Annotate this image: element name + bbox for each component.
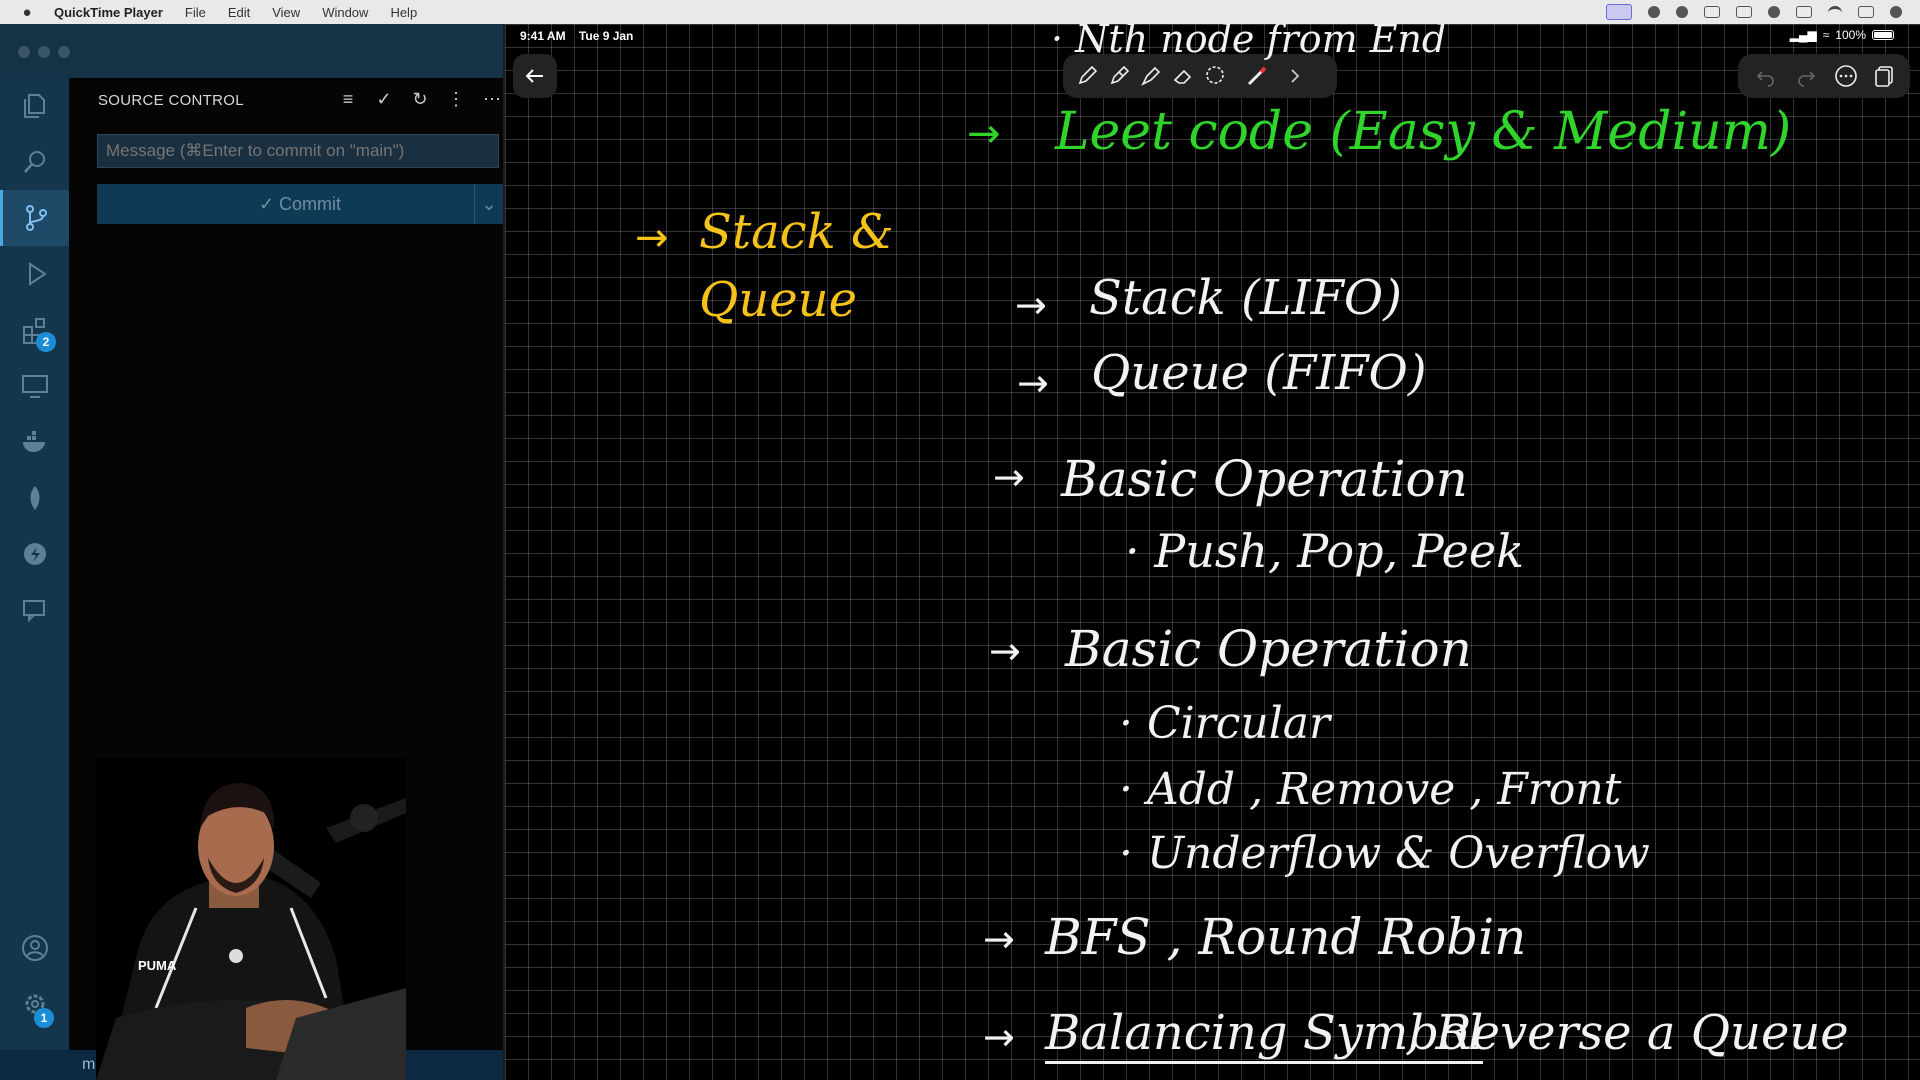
note-arrow-queue: → [1017, 361, 1049, 405]
settings-badge: 1 [34, 1008, 54, 1028]
menu-edit[interactable]: Edit [228, 5, 250, 20]
menu-window[interactable]: Window [322, 5, 368, 20]
chat-icon[interactable] [0, 582, 69, 638]
note-arrow-stack: → [1015, 283, 1047, 327]
mongodb-leaf-icon[interactable] [0, 470, 69, 526]
vscode-titlebar [0, 24, 503, 78]
wifi-icon[interactable] [1828, 5, 1842, 19]
search-icon[interactable] [0, 134, 69, 190]
close-window-button[interactable] [18, 46, 30, 58]
menu-bar-status-icons [1606, 0, 1902, 24]
control-center-icon[interactable] [1858, 6, 1874, 18]
note-bfs-round-robin: BFS , Round Robin [1045, 908, 1527, 966]
refresh-icon[interactable]: ↻ [409, 88, 431, 110]
cellular-signal-icon: ▂▄▆ [1789, 28, 1817, 42]
note-arrow-basic-op-1: → [993, 455, 1025, 499]
macos-menu-bar: ● QuickTime Player File Edit View Window… [0, 0, 1920, 24]
highlighter-tool-icon[interactable] [1137, 62, 1165, 90]
graph-icon[interactable]: ⋮ [445, 88, 467, 110]
note-arrow-leetcode: → [967, 111, 1001, 157]
note-basic-operation-2: Basic Operation [1065, 620, 1472, 678]
pages-icon[interactable] [1870, 62, 1898, 90]
presenter-figure: PUMA [96, 758, 406, 1080]
ipad-date: Tue 9 Jan [578, 29, 634, 43]
source-control-title: SOURCE CONTROL [98, 91, 244, 109]
app-name-menu[interactable]: QuickTime Player [54, 5, 163, 20]
laser-pointer-tool-icon[interactable] [1243, 62, 1271, 90]
activity-bar: 2 1 [0, 78, 69, 1080]
menu-help[interactable]: Help [390, 5, 417, 20]
ipad-time: 9:41 AM [520, 29, 566, 43]
svg-text:PUMA: PUMA [138, 958, 177, 973]
note-underflow-overflow: · Underflow & Overflow [1119, 828, 1650, 879]
grid-app-icon[interactable] [1736, 6, 1752, 18]
source-control-header: SOURCE CONTROL ≡ ✓ ↻ ⋮ ⋯ [69, 78, 503, 122]
note-arrow-balancing: → [983, 1015, 1015, 1059]
display-icon[interactable] [1796, 6, 1812, 18]
m-app-icon[interactable] [1676, 6, 1688, 18]
commit-message-input[interactable] [97, 134, 499, 168]
commit-dropdown-chevron-icon[interactable]: ⌄ [474, 184, 503, 224]
back-arrow-icon [525, 69, 543, 83]
manage-gear-icon[interactable]: 1 [0, 976, 69, 1032]
note-queue-fifo: Queue (FIFO) [1091, 345, 1427, 401]
thunder-client-icon[interactable] [0, 526, 69, 582]
note-arrow-topic: → [635, 215, 669, 261]
menu-view[interactable]: View [272, 5, 300, 20]
wifi-status-icon: ≈ [1822, 28, 1830, 42]
ipad-status-right: ▂▄▆ ≈ 100% [1790, 28, 1894, 42]
back-button[interactable] [513, 54, 557, 98]
note-reverse-a-queue: , Reverse a Queue [1405, 1005, 1849, 1061]
presenter-webcam-video: PUMA [96, 758, 406, 1080]
screen-mirroring-icon[interactable] [1606, 4, 1632, 20]
battery-percent: 100% [1835, 28, 1866, 42]
note-arrow-basic-op-2: → [989, 629, 1021, 673]
note-nth-node-from-end: · Nth node from End [1051, 24, 1447, 61]
extension-icon[interactable] [1648, 6, 1660, 18]
note-push-pop-peek: · Push, Pop, Peek [1125, 524, 1524, 578]
zoom-window-button[interactable] [58, 46, 70, 58]
note-leetcode: Leet code (Easy & Medium) [1055, 102, 1792, 162]
lasso-tool-icon[interactable] [1201, 62, 1229, 90]
explorer-icon[interactable] [0, 78, 69, 134]
docker-icon[interactable] [0, 414, 69, 470]
note-arrow-bfs: → [983, 917, 1015, 961]
commit-button-label: ✓ Commit [258, 193, 342, 214]
ipad-status-bar: 9:41 AM Tue 9 Jan [520, 29, 643, 43]
more-actions-icon[interactable]: ⋯ [481, 88, 503, 110]
undo-icon[interactable] [1752, 62, 1780, 90]
run-debug-icon[interactable] [0, 246, 69, 302]
note-basic-operation-1: Basic Operation [1061, 450, 1468, 508]
note-circular: · Circular [1119, 698, 1331, 749]
note-stack-lifo: Stack (LIFO) [1089, 270, 1402, 326]
bluetooth-icon[interactable] [1768, 6, 1780, 18]
commit-button[interactable]: ✓ Commit ⌄ [97, 184, 503, 224]
remote-explorer-icon[interactable] [0, 358, 69, 414]
document-toolbar [1738, 54, 1910, 98]
eraser-tool-icon[interactable] [1169, 62, 1197, 90]
toolbar-expand-chevron-icon[interactable] [1281, 62, 1309, 90]
siri-icon[interactable] [1890, 6, 1902, 18]
n-app-icon[interactable] [1704, 6, 1720, 18]
source-control-icon[interactable] [0, 190, 69, 246]
ipad-notes-window: 9:41 AM Tue 9 Jan ▂▄▆ ≈ 100% · Nth node … [503, 24, 1920, 1080]
menu-file[interactable]: File [185, 5, 206, 20]
pen-tool-icon[interactable] [1073, 62, 1101, 90]
extensions-badge: 2 [36, 332, 56, 352]
battery-icon [1872, 30, 1894, 40]
more-options-icon[interactable] [1832, 62, 1860, 90]
extensions-icon[interactable]: 2 [0, 302, 69, 358]
apple-logo-icon[interactable]: ● [20, 4, 34, 21]
commit-check-icon[interactable]: ✓ [373, 88, 395, 110]
accounts-icon[interactable] [0, 920, 69, 976]
note-add-remove-front: · Add , Remove , Front [1119, 764, 1622, 815]
minimize-window-button[interactable] [38, 46, 50, 58]
note-topic-stack: Stack & [699, 204, 894, 260]
redo-icon[interactable] [1792, 62, 1820, 90]
view-as-list-icon[interactable]: ≡ [337, 88, 359, 110]
note-topic-queue: Queue [699, 272, 857, 328]
pencil-tool-icon[interactable] [1105, 62, 1133, 90]
